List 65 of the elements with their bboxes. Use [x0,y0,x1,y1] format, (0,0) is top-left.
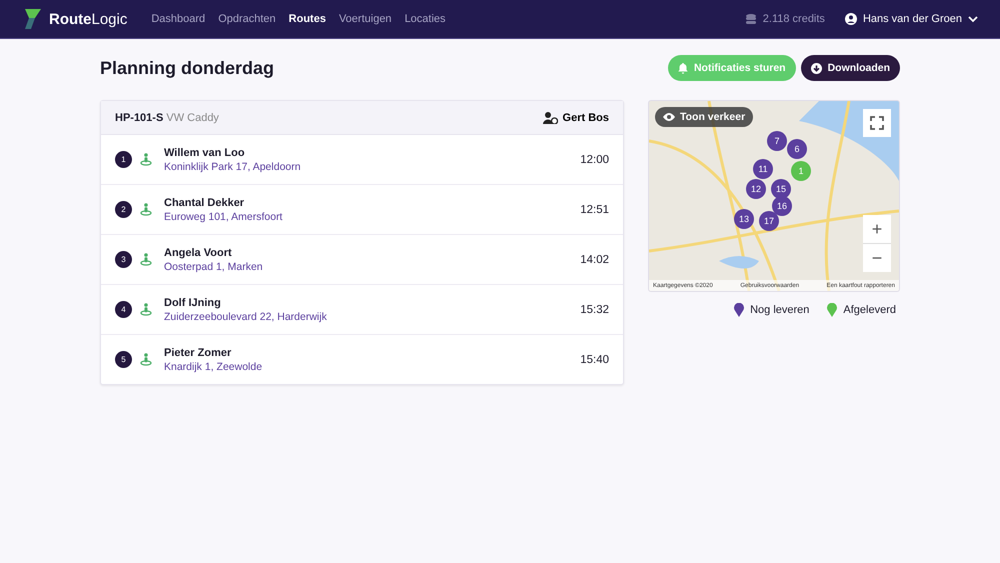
user-menu[interactable]: Hans van der Groen [844,13,978,25]
zoom-in-button[interactable]: + [863,215,891,243]
customer-name: Pieter Zomer [164,346,232,358]
logo-icon [22,7,44,31]
stop-number: 5 [115,351,132,368]
fullscreen-icon [870,116,884,130]
nav-link[interactable]: Locaties [404,13,446,25]
stop-row[interactable]: 2 Chantal Dekker Euroweg 101, Amersfoort 12:51 [101,185,623,235]
delivery-time: 15:32 [580,304,609,316]
delivery-time: 12:51 [580,204,609,216]
map-marker[interactable]: 17 [759,211,779,231]
eye-icon [663,113,675,121]
download-button[interactable]: Downloaden [800,55,900,81]
map-marker[interactable]: 11 [753,159,773,179]
delivery-time: 12:00 [580,154,609,166]
stop-number: 4 [115,301,132,318]
download-icon [810,62,822,74]
zoom-out-button[interactable]: − [863,244,891,272]
person-location-icon [140,153,152,166]
map-marker[interactable]: 12 [746,179,766,199]
person-location-icon [140,203,152,216]
nav-link[interactable]: Dashboard [151,13,206,25]
customer-name: Angela Voort [164,246,233,258]
nav-link[interactable]: Routes [288,13,326,25]
customer-address: Knardijk 1, Zeewolde [164,360,262,372]
delivery-time: 14:02 [580,254,609,266]
show-traffic-button[interactable]: Toon verkeer [655,107,754,127]
map-marker[interactable]: 15 [771,179,791,199]
nav-link[interactable]: Voertuigen [338,13,392,25]
customer-name: Chantal Dekker [164,196,246,208]
vehicle-label: HP-101-S VW Caddy [115,112,219,124]
stop-number: 3 [115,251,132,268]
chevron-down-icon [968,15,978,23]
customer-address: Koninklijk Park 17, Apeldoorn [164,160,301,172]
customer-address: Oosterpad 1, Marken [164,260,263,272]
customer-address: Euroweg 101, Amersfoort [164,210,282,222]
person-location-icon [140,253,152,266]
stop-row[interactable]: 3 Angela Voort Oosterpad 1, Marken 14:02 [101,235,623,285]
stop-row[interactable]: 4 Dolf IJning Zuiderzeeboulevard 22, Harderwijk 15:32 [101,285,623,335]
customer-name: Dolf IJning [164,296,222,308]
driver-name: Gert Bos [562,112,609,124]
map-marker[interactable]: 13 [734,209,754,229]
legend-label: Nog leveren [750,304,810,316]
fullscreen-button[interactable] [863,109,891,137]
customer-address: Zuiderzeeboulevard 22, Harderwijk [164,310,327,322]
bell-icon [678,62,688,74]
person-location-icon [140,353,152,366]
driver-icon [542,112,558,124]
credits-count: 2.118 credits [762,13,825,25]
map-marker[interactable]: 7 [767,131,787,151]
legend-label: Afgeleverd [843,304,896,316]
stop-number: 1 [115,151,132,168]
delivery-time: 15:40 [580,354,609,366]
person-location-icon [140,303,152,316]
brand-name: RouteLogic [49,10,128,28]
stop-number: 2 [115,201,132,218]
coins-icon [744,13,757,25]
user-icon [844,13,857,25]
map-marker[interactable]: 16 [772,196,792,216]
map-marker[interactable]: 6 [787,139,807,159]
nav-link[interactable]: Opdrachten [218,13,276,25]
stop-row[interactable]: 5 Pieter Zomer Knardijk 1, Zeewolde 15:40 [101,335,623,384]
customer-name: Willem van Loo [164,146,246,158]
stop-row[interactable]: 1 Willem van Loo Koninklijk Park 17, Apeldoorn 12:00 [101,135,623,185]
page-title: Planning donderdag [100,58,274,78]
